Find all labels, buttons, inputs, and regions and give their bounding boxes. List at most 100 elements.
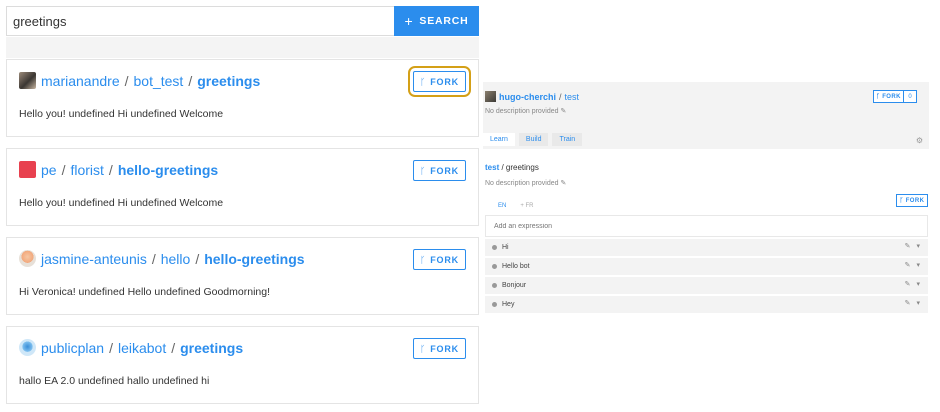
result-title: jasmine-anteunis / hello / hello-greetin…: [19, 250, 305, 267]
pencil-icon[interactable]: ✎: [905, 242, 911, 250]
repo-link[interactable]: hello-greetings: [118, 162, 218, 178]
avatar: [19, 161, 36, 178]
fork-label: FORK: [430, 254, 459, 265]
owner-link[interactable]: publicplan: [41, 340, 104, 356]
fork-label: FORK: [905, 197, 925, 204]
result-card[interactable]: publicplan / leikabot / greetings hallo …: [6, 326, 479, 404]
pencil-icon[interactable]: ✎: [905, 280, 911, 288]
result-description: hallo EA 2.0 undefined hallo undefined h…: [19, 375, 210, 387]
tab-build[interactable]: Build: [518, 133, 549, 146]
chevron-down-icon[interactable]: ▾: [916, 299, 920, 307]
avatar: [19, 339, 36, 356]
search-bar: + SEARCH: [6, 6, 479, 36]
fork-button[interactable]: ᚴ FORK: [408, 66, 471, 97]
expression-item[interactable]: Hi ✎ ▾: [485, 239, 928, 256]
bot-title: hugo-cherchi / test: [485, 91, 579, 102]
chevron-down-icon[interactable]: ▾: [916, 261, 920, 269]
expression-dot-icon: [492, 302, 497, 307]
bot-fork-group: ᚴ FORK 0: [873, 90, 917, 103]
result-title: publicplan / leikabot / greetings: [19, 339, 243, 356]
separator: /: [188, 72, 193, 89]
pencil-icon[interactable]: ✎: [561, 180, 567, 187]
expression-item[interactable]: Hey ✎ ▾: [485, 296, 928, 313]
plus-icon: +: [404, 13, 414, 29]
fork-label: FORK: [430, 343, 459, 354]
separator: /: [109, 339, 113, 356]
separator: /: [61, 161, 66, 178]
expression-text: Hello bot: [502, 263, 530, 270]
project-link[interactable]: hello: [161, 251, 191, 267]
expression-dot-icon: [492, 283, 497, 288]
repo-link[interactable]: greetings: [180, 340, 243, 356]
result-description: Hello you! undefined Hi undefined Welcom…: [19, 197, 224, 209]
search-button-label: SEARCH: [419, 15, 469, 27]
expression-tools: ✎ ▾: [905, 261, 920, 269]
bot-detail-panel: hugo-cherchi / test No description provi…: [483, 82, 929, 314]
search-button[interactable]: + SEARCH: [394, 6, 479, 36]
owner-link[interactable]: pe: [41, 162, 57, 178]
expression-item[interactable]: Hello bot ✎ ▾: [485, 258, 928, 275]
avatar: [485, 91, 496, 102]
fork-button[interactable]: ᚴ FORK: [413, 338, 466, 359]
fork-icon: ᚴ: [420, 76, 427, 87]
repo-link[interactable]: hello-greetings: [204, 251, 304, 267]
result-card[interactable]: jasmine-anteunis / hello / hello-greetin…: [6, 237, 479, 315]
avatar: [19, 72, 36, 89]
intent-fork-button[interactable]: ᚴ FORK: [896, 194, 928, 207]
intent-description: No description provided ✎: [485, 179, 566, 187]
pencil-icon[interactable]: ✎: [905, 261, 911, 269]
fork-icon: ᚴ: [420, 165, 427, 176]
bot-owner-link[interactable]: hugo-cherchi: [499, 92, 556, 102]
separator: /: [559, 91, 562, 102]
intent-description-text: No description provided: [485, 180, 559, 187]
search-input[interactable]: [6, 6, 394, 36]
results-spacer: [6, 37, 479, 58]
bot-header: hugo-cherchi / test No description provi…: [483, 82, 929, 149]
project-link[interactable]: leikabot: [118, 340, 166, 356]
language-tabs: EN + FR: [493, 200, 539, 211]
fork-label: FORK: [882, 93, 901, 100]
intent-name: greetings: [505, 163, 539, 172]
result-card[interactable]: marianandre / bot_test / greetings Hello…: [6, 59, 479, 137]
tab-learn[interactable]: Learn: [483, 133, 515, 146]
expression-dot-icon: [492, 264, 497, 269]
chevron-down-icon[interactable]: ▾: [916, 242, 920, 250]
expression-text: Hi: [502, 244, 509, 251]
bot-project-link[interactable]: test: [565, 92, 580, 102]
owner-link[interactable]: jasmine-anteunis: [41, 251, 147, 267]
bot-description-text: No description provided: [485, 108, 559, 115]
intent-owner-link[interactable]: test: [485, 163, 499, 172]
bot-description: No description provided ✎: [485, 107, 566, 115]
bot-fork-button[interactable]: ᚴ FORK: [873, 90, 904, 103]
fork-button[interactable]: ᚴ FORK: [413, 160, 466, 181]
result-card[interactable]: pe / florist / hello-greetings Hello you…: [6, 148, 479, 226]
expression-item[interactable]: Bonjour ✎ ▾: [485, 277, 928, 294]
fork-icon: ᚴ: [420, 254, 427, 265]
expression-dot-icon: [492, 245, 497, 250]
fork-label: FORK: [430, 76, 459, 87]
project-link[interactable]: bot_test: [134, 73, 184, 89]
fork-icon: ᚴ: [420, 343, 427, 354]
owner-link[interactable]: marianandre: [41, 73, 120, 89]
pencil-icon[interactable]: ✎: [561, 108, 567, 115]
avatar: [19, 250, 36, 267]
language-tab-en[interactable]: EN: [493, 200, 511, 211]
separator: /: [108, 161, 113, 178]
result-description: Hi Veronica! undefined Hello undefined G…: [19, 286, 271, 298]
expression-tools: ✎ ▾: [905, 280, 920, 288]
fork-button[interactable]: ᚴ FORK: [413, 249, 466, 270]
search-results-panel: + SEARCH marianandre / bot_test / greeti…: [0, 0, 486, 412]
separator: /: [195, 250, 200, 267]
separator: /: [171, 339, 176, 356]
project-link[interactable]: florist: [70, 162, 103, 178]
pencil-icon[interactable]: ✎: [905, 299, 911, 307]
expression-list: Hi ✎ ▾ Hello bot ✎ ▾ Bonjour ✎ ▾ Hey ✎ ▾: [485, 239, 928, 315]
tab-train[interactable]: Train: [552, 133, 583, 146]
add-expression-input[interactable]: [485, 215, 928, 237]
expression-tools: ✎ ▾: [905, 242, 920, 250]
result-description: Hello you! undefined Hi undefined Welcom…: [19, 108, 224, 120]
gear-icon[interactable]: ⚙: [916, 136, 923, 145]
language-tab-add-fr[interactable]: + FR: [515, 200, 538, 211]
chevron-down-icon[interactable]: ▾: [916, 280, 920, 288]
repo-link[interactable]: greetings: [197, 73, 260, 89]
